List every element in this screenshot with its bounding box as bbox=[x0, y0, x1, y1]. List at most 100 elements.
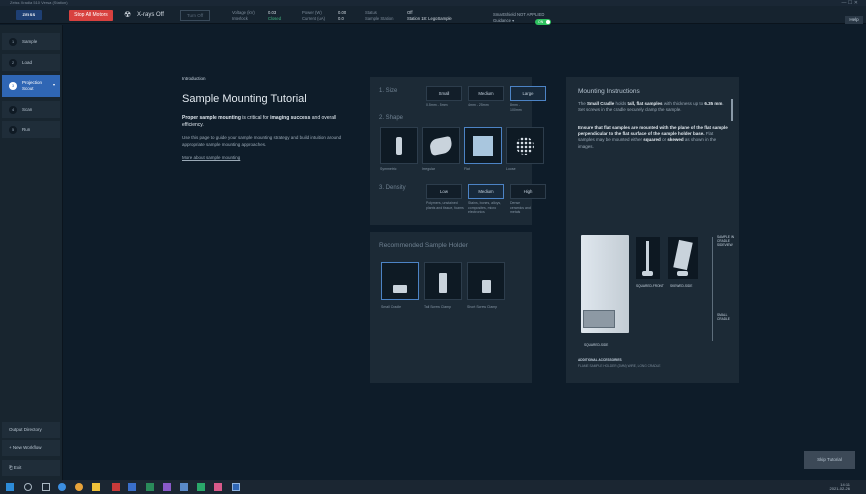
app-icon-pink[interactable] bbox=[214, 483, 222, 491]
step-label: Run bbox=[22, 127, 31, 132]
sidebar-step-scan[interactable]: 4 Scan bbox=[2, 101, 60, 118]
figure-label-small-cradle: SMALL CRADLE bbox=[717, 313, 730, 321]
workflow-sidebar: 1 Sample 2 Load 3 Projection Scout ▾ 4 S… bbox=[0, 25, 63, 480]
loose-particles-icon bbox=[516, 136, 534, 155]
firefox-icon[interactable] bbox=[58, 483, 66, 491]
holder-label-tall-clamp: Tall Screw Clamp bbox=[424, 305, 452, 309]
holder-label-small-cradle: Small Cradle bbox=[381, 305, 402, 309]
windows-taskbar: 14:11 2021-02-26 bbox=[0, 480, 866, 494]
shape-option-flat[interactable] bbox=[464, 127, 502, 164]
intro-lead: Proper sample mounting is critical for i… bbox=[182, 115, 337, 128]
shape-section-title: 2. Shape bbox=[379, 115, 404, 121]
size-option-small[interactable]: Small bbox=[426, 86, 462, 101]
shape-label-loose: Loose bbox=[506, 167, 516, 171]
small-cradle-icon bbox=[393, 285, 407, 293]
accessories-list: FLAME SAMPLE HOLDER (2MM) WIRE, LONG CRA… bbox=[578, 364, 661, 368]
shape-option-irregular[interactable] bbox=[422, 127, 460, 164]
task-view-icon[interactable] bbox=[42, 483, 50, 491]
sample-properties-panel: 1. Size Small Medium Large 0.5mm - 5mm 4… bbox=[370, 77, 546, 225]
windows-start-icon[interactable] bbox=[6, 483, 14, 491]
help-button[interactable]: Help bbox=[845, 16, 863, 24]
density-hint-high: Dense ceramics and metals bbox=[510, 201, 531, 214]
window-title: Zeiss Xradia 510 Versa (Station) bbox=[10, 0, 68, 5]
radiation-icon: ☢ bbox=[124, 10, 132, 19]
new-workflow-button[interactable]: + New Workflow bbox=[2, 440, 60, 456]
holder-section-title: Recommended Sample Holder bbox=[379, 242, 468, 249]
sidebar-step-load[interactable]: 2 Load bbox=[2, 54, 60, 71]
irregular-shape-icon bbox=[428, 135, 454, 156]
step-number: 4 bbox=[9, 105, 17, 114]
size-option-medium[interactable]: Medium bbox=[468, 86, 504, 101]
accessories-title: ADDITIONAL ACCESSORIES bbox=[578, 358, 622, 362]
step-label-2: Scout bbox=[22, 86, 34, 91]
sidebar-step-run[interactable]: 5 Run bbox=[2, 121, 60, 138]
figure-divider bbox=[712, 237, 713, 341]
zeiss-logo: ZEISS bbox=[16, 10, 42, 20]
shape-option-symmetric[interactable] bbox=[380, 127, 418, 164]
size-range-large: 8mm - 100mm bbox=[510, 103, 522, 112]
instructions-title: Mounting Instructions bbox=[578, 88, 640, 95]
instructions-paragraph-2: Ensure that flat samples are mounted wit… bbox=[578, 125, 728, 149]
stop-all-motors-button[interactable]: Stop All Motors bbox=[69, 10, 113, 21]
step-label: Scan bbox=[22, 107, 33, 112]
cradle-base-figure bbox=[583, 310, 615, 328]
top-status-bar: ZEISS Stop All Motors ☢ X-rays Off Turn … bbox=[0, 6, 866, 25]
shape-label-flat: Flat bbox=[464, 167, 470, 171]
holder-label-short-clamp: Short Screw Clamp bbox=[467, 305, 498, 309]
short-clamp-icon bbox=[481, 280, 491, 293]
chrome-icon[interactable] bbox=[75, 483, 83, 491]
density-option-low[interactable]: Low bbox=[426, 184, 462, 199]
mounting-instructions-panel: Mounting Instructions The Small Cradle h… bbox=[566, 77, 739, 383]
file-explorer-icon[interactable] bbox=[92, 483, 100, 491]
flat-sample-icon bbox=[473, 135, 493, 156]
turn-off-button[interactable]: Turn Off bbox=[180, 10, 210, 21]
size-range-small: 0.5mm - 5mm bbox=[426, 103, 448, 107]
guidance-dropdown[interactable]: Guidance ▾ bbox=[493, 18, 514, 23]
squared-front-figure bbox=[636, 237, 660, 279]
shape-option-loose[interactable] bbox=[506, 127, 544, 164]
app-icon-purple[interactable] bbox=[180, 483, 188, 491]
step-number: 5 bbox=[9, 125, 17, 134]
xrays-status: X-rays Off bbox=[137, 12, 164, 18]
step-number: 3 bbox=[9, 82, 17, 90]
holder-short-screw-clamp[interactable] bbox=[467, 262, 505, 300]
density-section-title: 3. Density bbox=[379, 185, 406, 191]
exit-button[interactable]: ⎗ Exit bbox=[2, 460, 60, 476]
search-icon[interactable] bbox=[24, 483, 32, 491]
intro-caption: Introduction bbox=[182, 76, 206, 81]
app-icon-blue[interactable] bbox=[128, 483, 136, 491]
holder-small-cradle[interactable] bbox=[381, 262, 419, 300]
shape-label-symmetric: Symmetric bbox=[380, 167, 397, 171]
figure-label-skewed-side: SKEWED-SIDE bbox=[670, 284, 693, 288]
size-section-title: 1. Size bbox=[379, 88, 398, 94]
step-number: 1 bbox=[9, 37, 17, 46]
sidebar-step-projection-scout[interactable]: 3 Projection Scout ▾ bbox=[2, 75, 60, 97]
output-directory-button[interactable]: Output Directory bbox=[2, 422, 60, 438]
app-icon-red[interactable] bbox=[112, 483, 120, 491]
density-option-high[interactable]: High bbox=[510, 184, 546, 199]
page-title: Sample Mounting Tutorial bbox=[182, 93, 307, 105]
size-range-medium: 4mm - 25mm bbox=[468, 103, 489, 107]
visual-studio-icon[interactable] bbox=[163, 483, 171, 491]
chevron-down-icon: ▾ bbox=[52, 82, 55, 87]
intro-body: Use this page to guide your sample mount… bbox=[182, 135, 342, 147]
power-readout: Power (W) 0.00 Current (uA) 0.0 bbox=[302, 10, 347, 21]
holder-tall-screw-clamp[interactable] bbox=[424, 262, 462, 300]
voltage-readout: Voltage (kV) 0.03 Interlock Closed bbox=[232, 10, 282, 21]
size-option-large[interactable]: Large bbox=[510, 86, 546, 101]
instructions-scrollbar[interactable] bbox=[731, 99, 733, 121]
skip-tutorial-button[interactable]: Skip Tutorial bbox=[804, 451, 855, 469]
step-label: Sample bbox=[22, 39, 38, 44]
sample-station-readout: Status Off Sample Station Station 18: Lego… bbox=[365, 10, 452, 21]
figure-label-sample-in-cradle: SAMPLE IN CRADLE SIDEVIEW bbox=[717, 235, 735, 247]
figure-label-squared-front: SQUARED-FRONT bbox=[636, 284, 664, 288]
density-option-medium[interactable]: Medium bbox=[468, 184, 504, 199]
app-icon-green[interactable] bbox=[146, 483, 154, 491]
app-icon-teal[interactable] bbox=[197, 483, 205, 491]
system-tray-clock[interactable]: 14:11 2021-02-26 bbox=[830, 483, 850, 491]
step-number: 2 bbox=[9, 58, 17, 67]
zeiss-app-icon[interactable] bbox=[232, 483, 240, 491]
sidebar-step-sample[interactable]: 1 Sample bbox=[2, 33, 60, 50]
more-about-mounting-link[interactable]: More about sample mounting bbox=[182, 155, 352, 160]
guidance-toggle[interactable]: ON bbox=[535, 19, 551, 25]
